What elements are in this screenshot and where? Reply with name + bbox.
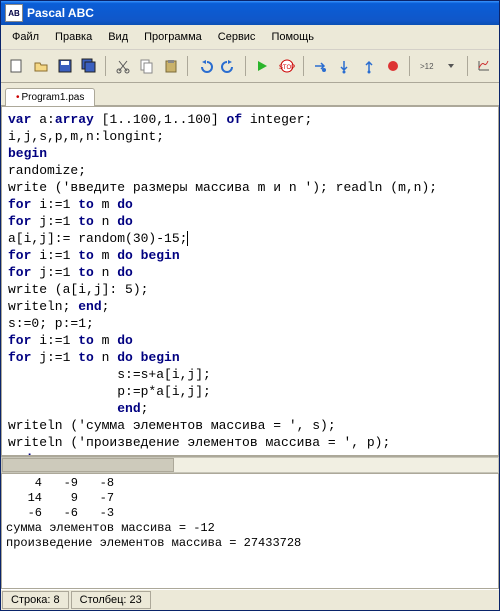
- stop-icon[interactable]: STOP: [275, 54, 297, 78]
- watch-icon[interactable]: >123: [415, 54, 437, 78]
- stepout-icon[interactable]: [357, 54, 379, 78]
- editor-hscrollbar[interactable]: [1, 456, 499, 473]
- copy-icon[interactable]: [136, 54, 158, 78]
- run-icon[interactable]: [251, 54, 273, 78]
- cut-icon[interactable]: [111, 54, 133, 78]
- menu-program[interactable]: Программа: [137, 29, 209, 45]
- save-icon[interactable]: [54, 54, 76, 78]
- app-window: AB Pascal ABC Файл Правка Вид Программа …: [0, 0, 500, 611]
- toolbar-sep: [187, 56, 188, 76]
- app-icon: AB: [5, 4, 23, 22]
- tabbar: •Program1.pas: [1, 83, 499, 106]
- modified-dot-icon: •: [16, 92, 20, 103]
- toolbar-sep: [245, 56, 246, 76]
- saveall-icon[interactable]: [78, 54, 100, 78]
- output-panel[interactable]: 4 -9 -8 14 9 -7 -6 -6 -3 сумма элементов…: [1, 473, 499, 589]
- menubar: Файл Правка Вид Программа Сервис Помощь: [1, 25, 499, 50]
- status-col: Столбец: 23: [71, 591, 151, 609]
- svg-text:STOP: STOP: [279, 65, 295, 71]
- new-icon[interactable]: [5, 54, 27, 78]
- menu-view[interactable]: Вид: [101, 29, 135, 45]
- menu-file[interactable]: Файл: [5, 29, 46, 45]
- toolbar-sep: [409, 56, 410, 76]
- paste-icon[interactable]: [160, 54, 182, 78]
- plot-icon[interactable]: [473, 54, 495, 78]
- undo-icon[interactable]: [193, 54, 215, 78]
- tab-label: Program1.pas: [22, 92, 85, 103]
- scrollbar-track[interactable]: [1, 457, 499, 473]
- toolbar-sep: [303, 56, 304, 76]
- stepover-icon[interactable]: [309, 54, 331, 78]
- open-icon[interactable]: [29, 54, 51, 78]
- code-content[interactable]: var a:array [1..100,1..100] of integer; …: [2, 107, 498, 456]
- tab-program1[interactable]: •Program1.pas: [5, 88, 95, 106]
- stepinto-icon[interactable]: [333, 54, 355, 78]
- dropdown-icon[interactable]: [439, 54, 461, 78]
- menu-service[interactable]: Сервис: [211, 29, 263, 45]
- titlebar[interactable]: AB Pascal ABC: [1, 1, 499, 25]
- menu-edit[interactable]: Правка: [48, 29, 99, 45]
- menu-help[interactable]: Помощь: [264, 29, 321, 45]
- redo-icon[interactable]: [218, 54, 240, 78]
- scrollbar-thumb[interactable]: [2, 458, 174, 472]
- toolbar-sep: [467, 56, 468, 76]
- svg-text:>123: >123: [420, 62, 434, 71]
- code-editor[interactable]: var a:array [1..100,1..100] of integer; …: [1, 106, 499, 456]
- toolbar-sep: [105, 56, 106, 76]
- status-line: Строка: 8: [2, 591, 69, 609]
- statusbar: Строка: 8 Столбец: 23: [1, 589, 499, 610]
- app-title: Pascal ABC: [27, 6, 94, 20]
- breakpoint-icon[interactable]: [382, 54, 404, 78]
- toolbar: STOP >123: [1, 50, 499, 83]
